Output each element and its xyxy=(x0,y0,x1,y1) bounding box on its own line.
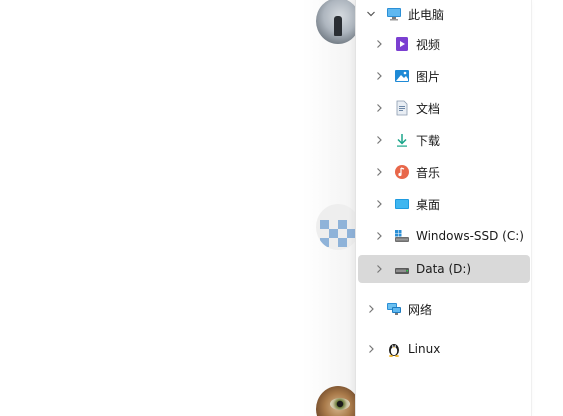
downloads-icon xyxy=(394,132,410,148)
nav-item-documents[interactable]: 文档 xyxy=(358,94,530,122)
documents-icon xyxy=(394,100,410,116)
chevron-right-icon[interactable] xyxy=(374,39,384,49)
nav-label-drive-c: Windows-SSD (C:) xyxy=(416,229,524,243)
nav-label-music: 音乐 xyxy=(416,165,441,180)
drive-icon xyxy=(394,261,410,277)
nav-item-downloads[interactable]: 下载 xyxy=(358,126,530,154)
nav-label-videos: 视频 xyxy=(416,37,441,52)
nav-item-pictures[interactable]: 图片 xyxy=(358,62,530,90)
desktop-icon xyxy=(394,196,410,212)
profile-avatar-middle[interactable] xyxy=(316,204,360,250)
nav-item-music[interactable]: 音乐 xyxy=(358,158,530,186)
chevron-right-icon[interactable] xyxy=(374,167,384,177)
nav-item-linux[interactable]: Linux xyxy=(358,335,530,363)
nav-label-network: 网络 xyxy=(408,302,433,317)
background-window-area xyxy=(0,0,356,416)
system-drive-icon xyxy=(394,228,410,244)
music-icon xyxy=(394,164,410,180)
nav-label-pictures: 图片 xyxy=(416,69,441,84)
screen: 此电脑 视频 图片 文档 下载 音乐 桌面 Windows-SSD (C:) D… xyxy=(0,0,563,416)
nav-item-network[interactable]: 网络 xyxy=(358,295,530,323)
pictures-icon xyxy=(394,68,410,84)
nav-item-drive-c[interactable]: Windows-SSD (C:) xyxy=(358,222,530,250)
chevron-right-icon[interactable] xyxy=(374,103,384,113)
chevron-right-icon[interactable] xyxy=(366,344,376,354)
avatar-figure xyxy=(334,16,342,36)
chevron-right-icon[interactable] xyxy=(374,71,384,81)
chevron-right-icon[interactable] xyxy=(374,199,384,209)
avatar-pixel xyxy=(338,238,347,247)
avatar-pixel xyxy=(320,220,329,229)
chevron-right-icon[interactable] xyxy=(366,304,376,314)
nav-item-desktop[interactable]: 桌面 xyxy=(358,190,530,218)
nav-item-videos[interactable]: 视频 xyxy=(358,30,530,58)
network-icon xyxy=(386,301,402,317)
chevron-right-icon[interactable] xyxy=(374,264,384,274)
avatar-pixel xyxy=(320,238,329,247)
chevron-right-icon[interactable] xyxy=(374,135,384,145)
nav-label-documents: 文档 xyxy=(416,101,441,116)
chevron-down-icon[interactable] xyxy=(366,9,376,19)
videos-icon xyxy=(394,36,410,52)
linux-penguin-icon xyxy=(386,341,402,357)
avatar-eye xyxy=(330,398,350,410)
nav-label-desktop: 桌面 xyxy=(416,197,441,212)
pane-divider xyxy=(531,0,532,416)
nav-label-this-pc: 此电脑 xyxy=(408,7,445,22)
avatar-pixel xyxy=(329,229,338,238)
nav-item-drive-d[interactable]: Data (D:) xyxy=(358,255,530,283)
chevron-right-icon[interactable] xyxy=(374,231,384,241)
navigation-pane: 此电脑 视频 图片 文档 下载 音乐 桌面 Windows-SSD (C:) D… xyxy=(355,0,532,416)
this-pc-icon xyxy=(386,6,402,22)
nav-label-linux: Linux xyxy=(408,342,441,356)
nav-item-this-pc[interactable]: 此电脑 xyxy=(358,0,530,28)
profile-avatar-top[interactable] xyxy=(316,0,360,44)
avatar-pixel xyxy=(338,220,347,229)
nav-label-downloads: 下载 xyxy=(416,133,441,148)
nav-label-drive-d: Data (D:) xyxy=(416,262,472,276)
